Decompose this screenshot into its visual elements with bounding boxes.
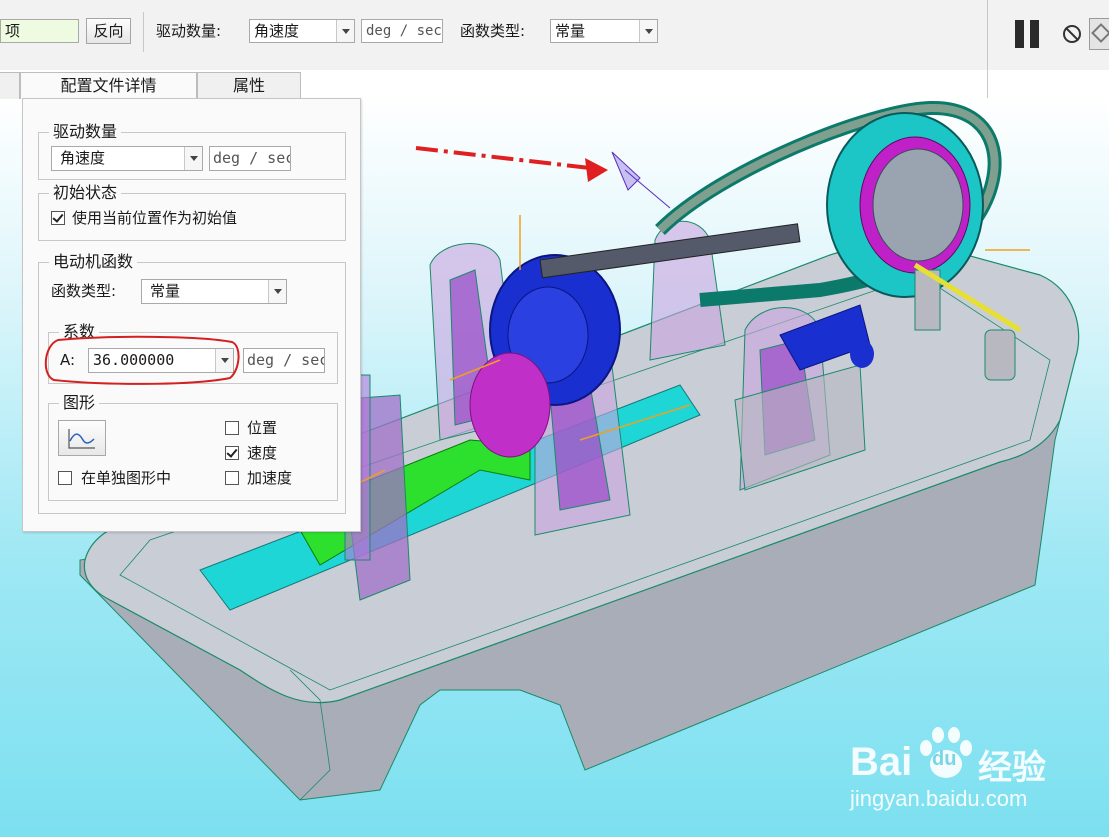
tab-strip: 配置文件详情 属性 <box>0 70 1109 99</box>
use-current-position-label: 使用当前位置作为初始值 <box>72 209 238 227</box>
drive-quantity-select[interactable]: 角速度 <box>51 146 203 171</box>
tab-profile-details[interactable]: 配置文件详情 <box>20 72 197 99</box>
drive-unit-value: deg / sec <box>213 149 291 167</box>
clipped-text-field[interactable]: 项 <box>0 19 79 43</box>
coefficient-unit-field[interactable]: deg / sec <box>243 348 325 373</box>
drive-quantity-title: 驱动数量 <box>49 122 122 142</box>
pause-icon[interactable] <box>1013 20 1045 48</box>
function-type-select[interactable]: 常量 <box>550 19 658 43</box>
mechanism-icon[interactable] <box>1089 18 1109 50</box>
baidu-jingyan-watermark: Bai du 经验 jingyan.baidu.com <box>850 726 1060 826</box>
graph-title: 图形 <box>59 393 100 413</box>
clipped-field-text: 项 <box>5 22 21 40</box>
watermark-logo-text-2: du <box>932 748 957 770</box>
motor-function-group: 电动机函数 函数类型: 常量 系数 A: 36.000000 deg / sec… <box>38 252 346 514</box>
drive-quantity-value: 角速度 <box>254 22 300 40</box>
plot-graph-button[interactable] <box>58 420 106 456</box>
function-type-value: 常量 <box>555 22 586 40</box>
velocity-checkbox[interactable] <box>225 446 239 460</box>
drive-quantity-value: 角速度 <box>60 149 106 167</box>
annotation-arrow <box>415 146 591 170</box>
chevron-down-icon[interactable] <box>336 20 354 42</box>
watermark-logo-text: Bai <box>850 740 913 784</box>
motor-function-title: 电动机函数 <box>49 252 138 272</box>
acceleration-label: 加速度 <box>247 469 293 487</box>
function-type-label: 函数类型: <box>460 22 526 40</box>
tab-clipped[interactable] <box>0 72 20 99</box>
drive-unit-field[interactable]: deg / sec <box>209 146 291 171</box>
graph-group: 图形 在单独图形中 位置 速度 加速度 <box>48 393 338 501</box>
function-type-label: 函数类型: <box>51 282 117 300</box>
separate-graph-checkbox[interactable] <box>58 471 72 485</box>
drive-quantity-label: 驱动数量: <box>156 22 222 40</box>
profile-details-panel: 驱动数量 角速度 deg / sec 初始状态 使用当前位置作为初始值 电动机函… <box>22 98 361 532</box>
coefficient-unit-value: deg / sec <box>247 351 325 369</box>
motor-toolbar: 项 反向 驱动数量: 角速度 deg / sec 函数类型: 常量 <box>0 0 1109 98</box>
function-type-select[interactable]: 常量 <box>141 279 287 304</box>
position-checkbox[interactable] <box>225 421 239 435</box>
initial-state-group: 初始状态 使用当前位置作为初始值 <box>38 183 346 241</box>
reverse-button[interactable]: 反向 <box>86 18 131 44</box>
cancel-icon[interactable] <box>1063 25 1081 43</box>
separate-graph-label: 在单独图形中 <box>81 469 172 487</box>
use-current-position-checkbox[interactable] <box>51 211 65 225</box>
unit-value: deg / sec <box>366 23 442 39</box>
acceleration-checkbox[interactable] <box>225 471 239 485</box>
tab-properties[interactable]: 属性 <box>197 72 301 99</box>
initial-state-title: 初始状态 <box>49 183 122 203</box>
unit-field[interactable]: deg / sec <box>361 19 443 43</box>
drive-quantity-group: 驱动数量 角速度 deg / sec <box>38 122 346 180</box>
position-label: 位置 <box>247 419 278 437</box>
chevron-down-icon[interactable] <box>268 280 286 303</box>
graph-icon <box>68 429 95 449</box>
velocity-label: 速度 <box>247 444 278 462</box>
chevron-down-icon[interactable] <box>184 147 202 170</box>
toolbar-separator <box>143 12 144 52</box>
highlight-ellipse <box>44 335 240 385</box>
function-type-value: 常量 <box>150 282 181 300</box>
chevron-down-icon[interactable] <box>639 20 657 42</box>
watermark-brand-suffix: 经验 <box>978 748 1046 788</box>
watermark-url: jingyan.baidu.com <box>850 786 1028 811</box>
drive-quantity-select[interactable]: 角速度 <box>249 19 355 43</box>
